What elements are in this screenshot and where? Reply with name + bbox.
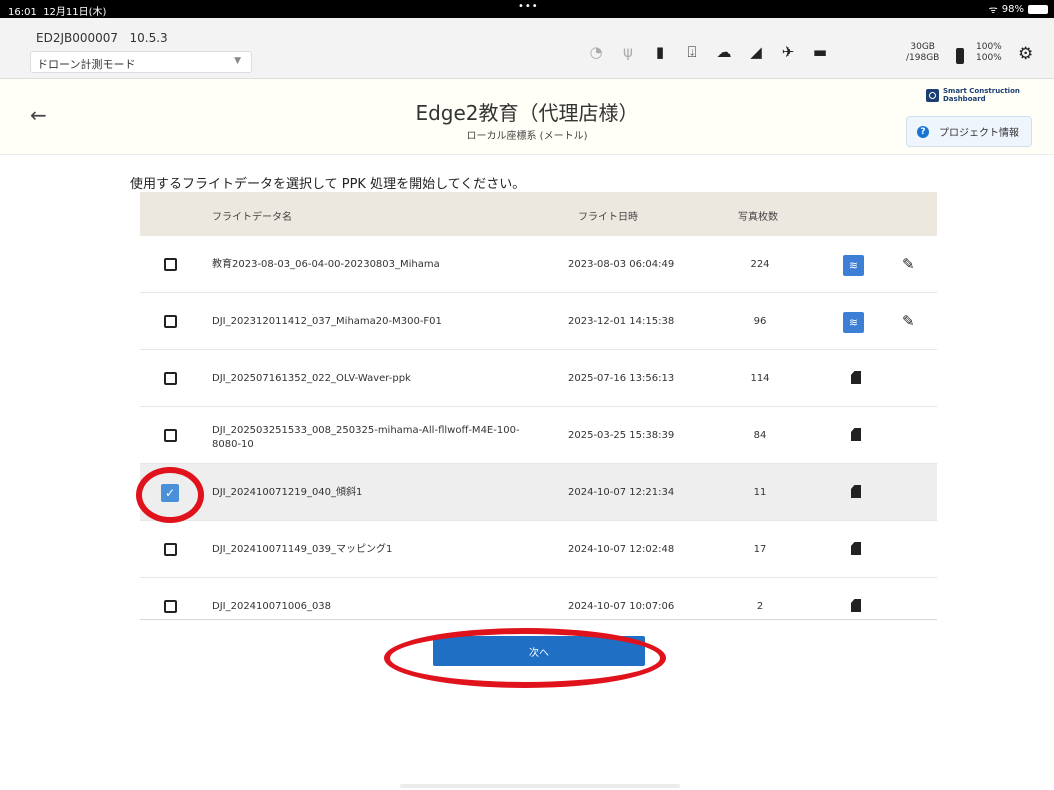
table-row[interactable]: DJI_202410071006_038 2024-10-07 10:07:06 2 — [140, 578, 937, 619]
col-header-name: フライトデータ名 — [212, 212, 292, 223]
device-id: ED2JB000007 10.5.3 — [36, 31, 168, 45]
sd-card-icon — [851, 542, 861, 555]
device-battery-icon — [956, 48, 964, 64]
page-title: Edge2教育（代理店様） — [415, 101, 639, 125]
flight-name: DJI_202312011412_037_Mihama20-M300-F01 — [212, 316, 442, 327]
storage-readout: 30GB /198GB — [906, 42, 940, 63]
checkbox[interactable] — [164, 315, 177, 328]
photo-count: 224 — [750, 259, 770, 270]
table-row[interactable]: ✓ DJI_202410071219_040_傾斜1 2024-10-07 12:2… — [140, 464, 937, 521]
pencil-icon[interactable]: ✎ — [902, 255, 915, 273]
ios-status-bar: 16:01 12月11日(木) ••• ᯤ 98% — [0, 0, 1054, 18]
coordinate-system-label: ローカル座標系 (メートル) — [466, 131, 588, 142]
table-row[interactable]: DJI_202507161352_022_OLV-Waver-ppk 2025-0… — [140, 350, 937, 407]
table-row[interactable]: DJI_202503251533_008_250325-mihama-All-f… — [140, 407, 937, 464]
instruction-text: 使用するフライトデータを選択して PPK 処理を開始してください。 — [130, 177, 526, 192]
folder-icon: ▬ — [812, 43, 828, 61]
multitask-dots[interactable]: ••• — [518, 1, 539, 12]
table-row[interactable]: DJI_202410071149_039_マッピング1 2024-10-07 12… — [140, 521, 937, 578]
mode-select[interactable]: ドローン計測モード ▼ — [30, 51, 252, 73]
checkbox[interactable] — [164, 429, 177, 442]
flight-name: DJI_202410071149_039_マッピング1 — [212, 544, 393, 555]
photo-count: 2 — [756, 601, 764, 612]
flight-datetime: 2025-03-25 15:38:39 — [568, 430, 675, 441]
cloud-icon: ☁ — [716, 43, 732, 61]
flight-name: DJI_202507161352_022_OLV-Waver-ppk — [212, 373, 411, 384]
flight-name: DJI_202503251533_008_250325-mihama-All-f… — [212, 425, 520, 450]
checkbox[interactable] — [164, 543, 177, 556]
sync-icon: ◔ — [589, 43, 603, 61]
flight-datetime: 2023-12-01 14:15:38 — [568, 316, 675, 327]
table-row[interactable]: 教育2023-08-03_06-04-00-20230803_Mihama 202… — [140, 236, 937, 293]
page-header: ← Edge2教育（代理店様） ローカル座標系 (メートル) Smart Con… — [0, 79, 1054, 155]
usb-icon: ψ — [623, 43, 633, 61]
status-time: 16:01 12月11日(木) — [8, 7, 107, 18]
battery-icon — [1028, 4, 1048, 14]
gear-icon[interactable]: ⚙ — [1018, 44, 1033, 64]
device-toolbar: ED2JB000007 10.5.3 ドローン計測モード ▼ ◔ ψ ▮ ⍗ ☁… — [0, 18, 1054, 79]
download-icon: ⍗ — [687, 43, 697, 61]
table-row[interactable]: DJI_202312011412_037_Mihama20-M300-F01 20… — [140, 293, 937, 350]
database-icon[interactable]: ≋ — [843, 255, 864, 276]
mode-select-value: ドローン計測モード — [37, 58, 136, 71]
signal-icon: ◢ — [750, 43, 762, 61]
checkbox[interactable] — [164, 258, 177, 271]
flight-datetime: 2024-10-07 12:21:34 — [568, 487, 675, 498]
device-status-icons: ◔ ψ ▮ ⍗ ☁ ◢ ✈ ▬ — [580, 42, 836, 62]
wifi-icon: ᯤ — [988, 5, 998, 16]
help-icon: ? — [917, 125, 929, 138]
sd-card-icon — [851, 599, 861, 612]
highlight-ring-checkbox — [136, 467, 204, 523]
satellite-icon: ✈ — [781, 43, 795, 61]
project-info-button[interactable]: ? プロジェクト情報 — [906, 116, 1032, 147]
col-header-photos: 写真枚数 — [738, 212, 778, 223]
sd-card-icon — [851, 371, 861, 384]
flight-datetime: 2023-08-03 06:04:49 — [568, 259, 675, 270]
sd-card-icon — [851, 428, 861, 441]
home-indicator — [400, 784, 680, 788]
battery-percent: 98% — [1001, 3, 1024, 15]
pencil-icon[interactable]: ✎ — [902, 312, 915, 330]
checkbox[interactable] — [164, 372, 177, 385]
photo-count: 17 — [753, 544, 767, 555]
highlight-ring-next — [384, 628, 666, 688]
flight-name: DJI_202410071006_038 — [212, 601, 332, 612]
logo-mark-icon — [926, 88, 939, 102]
flight-datetime: 2025-07-16 13:56:13 — [568, 373, 675, 384]
flight-data-table: フライトデータ名 フライト日時 写真枚数 教育2023-08-03_06-04-… — [140, 192, 937, 620]
battery-readout: 100% 100% — [976, 42, 1002, 63]
photo-count: 96 — [753, 316, 767, 327]
chevron-down-icon: ▼ — [234, 56, 241, 66]
checkbox[interactable] — [164, 600, 177, 613]
project-info-label: プロジェクト情報 — [939, 128, 1019, 139]
col-header-datetime: フライト日時 — [578, 212, 638, 223]
sd-card-icon: ▮ — [655, 43, 665, 61]
table-header: フライトデータ名 フライト日時 写真枚数 — [140, 192, 937, 236]
photo-count: 11 — [753, 487, 767, 498]
flight-datetime: 2024-10-07 10:07:06 — [568, 601, 675, 612]
photo-count: 114 — [750, 373, 770, 384]
sd-card-icon — [851, 485, 861, 498]
status-right: ᯤ 98% — [989, 2, 1048, 16]
flight-name: DJI_202410071219_040_傾斜1 — [212, 487, 363, 498]
database-icon[interactable]: ≋ — [843, 312, 864, 333]
flight-name: 教育2023-08-03_06-04-00-20230803_Mihama — [212, 259, 440, 270]
photo-count: 84 — [753, 430, 767, 441]
flight-datetime: 2024-10-07 12:02:48 — [568, 544, 675, 555]
smart-construction-logo: Smart Construction Dashboard — [926, 87, 1020, 103]
